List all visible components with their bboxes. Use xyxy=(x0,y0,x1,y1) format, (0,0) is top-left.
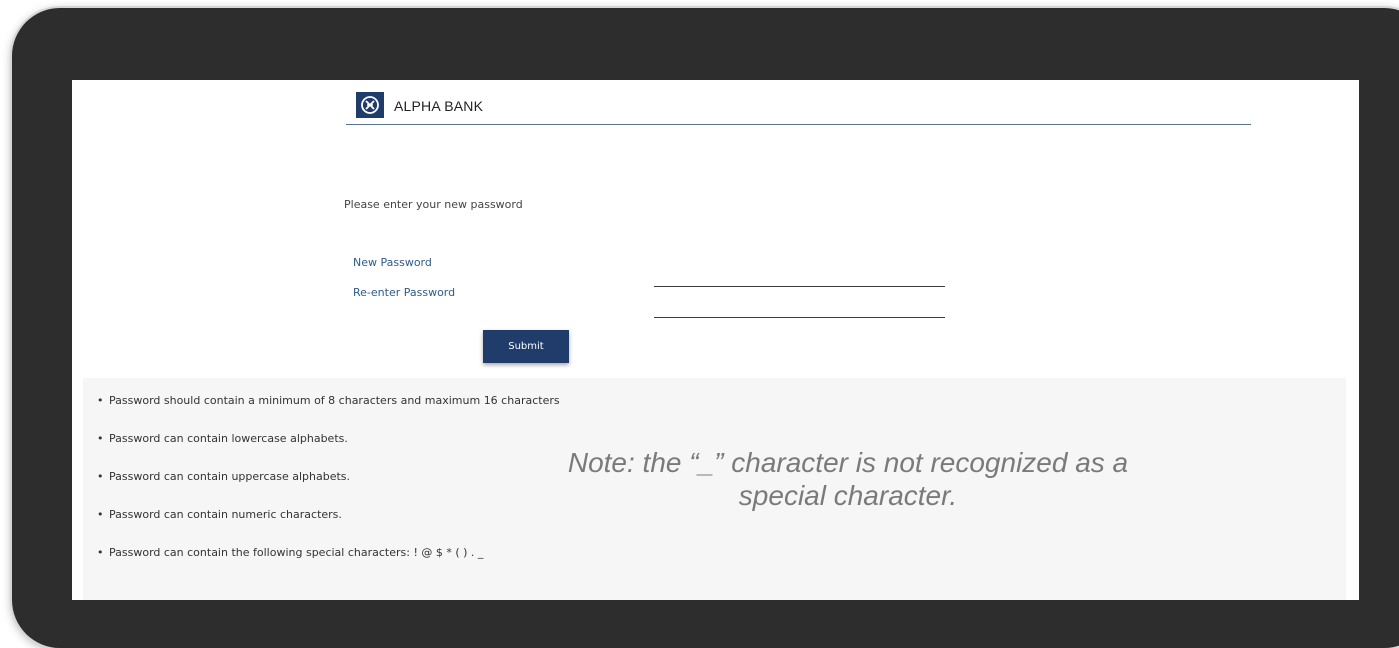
rule-text: Password can contain uppercase alphabets… xyxy=(109,470,351,483)
password-rules-list: • Password should contain a minimum of 8 … xyxy=(97,394,560,584)
rule-item: • Password can contain numeric characters… xyxy=(97,508,560,546)
rule-item: • Password can contain lowercase alphabet… xyxy=(97,432,560,470)
rule-text: Password can contain numeric characters. xyxy=(109,508,342,521)
bullet-icon: • xyxy=(97,508,104,521)
submit-button[interactable]: Submit xyxy=(483,330,569,363)
reenter-password-label: Re-enter Password xyxy=(353,286,456,299)
rule-item: • Password should contain a minimum of 8 … xyxy=(97,394,560,432)
rule-text: Password should contain a minimum of 8 c… xyxy=(109,394,560,407)
brand-name: ALPHA BANK xyxy=(394,98,484,114)
rule-item: • Password can contain uppercase alphabet… xyxy=(97,470,560,508)
bullet-icon: • xyxy=(97,546,104,559)
new-password-field[interactable] xyxy=(654,266,945,287)
rule-text: Password can contain the following speci… xyxy=(109,546,484,559)
alpha-bank-logo-icon xyxy=(356,92,384,118)
page-header: ALPHA BANK xyxy=(346,90,1251,125)
new-password-label: New Password xyxy=(353,256,432,269)
form-instruction: Please enter your new password xyxy=(344,198,523,211)
bullet-icon: • xyxy=(97,432,104,445)
special-character-note: Note: the “_” character is not recognize… xyxy=(567,447,1129,511)
reenter-password-field[interactable] xyxy=(654,297,945,318)
rule-text: Password can contain lowercase alphabets… xyxy=(109,432,348,445)
bullet-icon: • xyxy=(97,470,104,483)
browser-screen: ALPHA BANK Please enter your new passwor… xyxy=(72,80,1359,600)
rule-item: • Password can contain the following spec… xyxy=(97,546,560,584)
bullet-icon: • xyxy=(97,394,104,407)
